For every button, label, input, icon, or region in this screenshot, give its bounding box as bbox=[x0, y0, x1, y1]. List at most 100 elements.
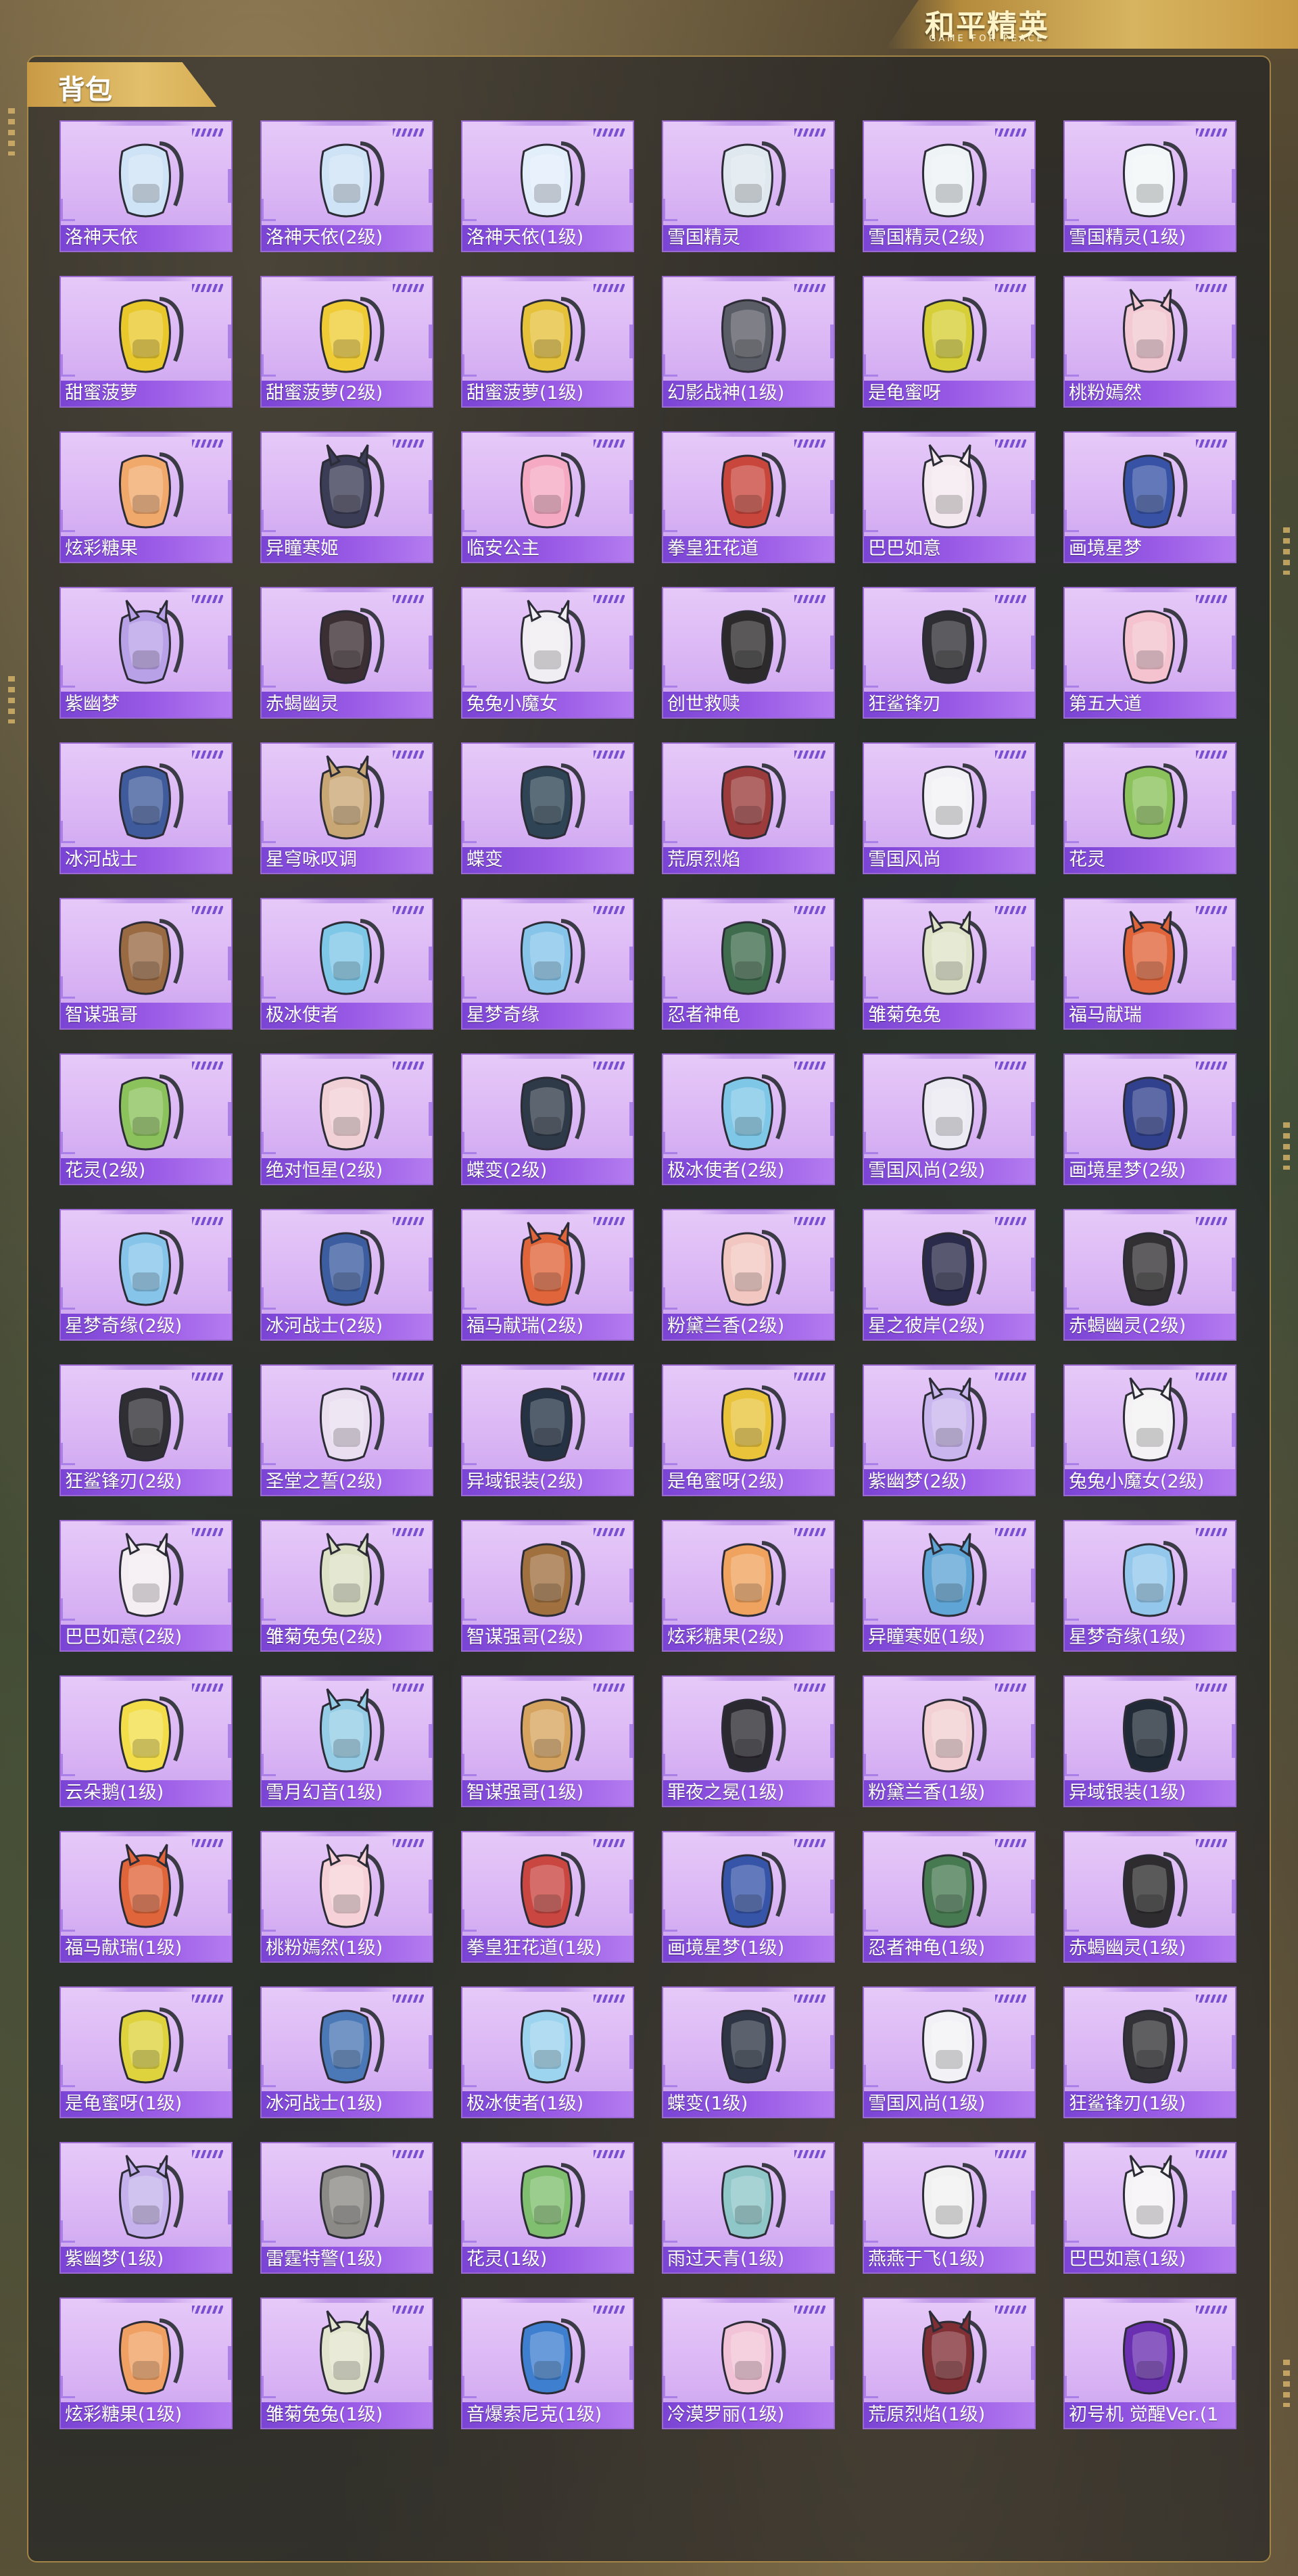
backpack-item-card[interactable]: 是龟蜜呀(2级) bbox=[662, 1364, 835, 1496]
backpack-item-card[interactable]: 赤蝎幽灵 bbox=[260, 587, 433, 719]
backpack-item-card[interactable]: 极冰使者(2级) bbox=[662, 1053, 835, 1185]
item-name: 雏菊兔兔(2级) bbox=[262, 1625, 432, 1650]
backpack-item-card[interactable]: 蝶变 bbox=[461, 742, 634, 874]
backpack-item-card[interactable]: 花灵(1级) bbox=[461, 2142, 634, 2274]
backpack-item-card[interactable]: 雪国精灵(2级) bbox=[863, 120, 1036, 252]
backpack-item-card[interactable]: 第五大道 bbox=[1063, 587, 1236, 719]
backpack-item-card[interactable]: 雪国风尚(2级) bbox=[863, 1053, 1036, 1185]
backpack-item-card[interactable]: 冰河战士(2级) bbox=[260, 1209, 433, 1341]
backpack-item-card[interactable]: 星之彼岸(2级) bbox=[863, 1209, 1036, 1341]
backpack-item-card[interactable]: 星梦奇缘 bbox=[461, 898, 634, 1030]
backpack-item-card[interactable]: 极冰使者(1级) bbox=[461, 1986, 634, 2118]
backpack-item-card[interactable]: 异域银装(2级) bbox=[461, 1364, 634, 1496]
backpack-item-card[interactable]: 异瞳寒姬 bbox=[260, 431, 433, 563]
backpack-item-card[interactable]: 狂鲨锋刃(2级) bbox=[59, 1364, 233, 1496]
backpack-item-card[interactable]: 花灵(2级) bbox=[59, 1053, 233, 1185]
backpack-item-card[interactable]: 冰河战士 bbox=[59, 742, 233, 874]
backpack-item-card[interactable]: 桃粉嫣然(1级) bbox=[260, 1831, 433, 1963]
backpack-item-card[interactable]: 紫幽梦(2级) bbox=[863, 1364, 1036, 1496]
backpack-item-card[interactable]: 赤蝎幽灵(2级) bbox=[1063, 1209, 1236, 1341]
backpack-item-card[interactable]: 甜蜜菠萝 bbox=[59, 276, 233, 408]
backpack-item-card[interactable]: 智谋强哥(1级) bbox=[461, 1675, 634, 1807]
backpack-item-card[interactable]: 画境星梦 bbox=[1063, 431, 1236, 563]
backpack-item-card[interactable]: 异瞳寒姬(1级) bbox=[863, 1520, 1036, 1652]
backpack-item-card[interactable]: 罪夜之冕(1级) bbox=[662, 1675, 835, 1807]
backpack-item-card[interactable]: 洛神天依(1级) bbox=[461, 120, 634, 252]
backpack-item-card[interactable]: 创世救赎 bbox=[662, 587, 835, 719]
backpack-item-card[interactable]: 画境星梦(1级) bbox=[662, 1831, 835, 1963]
backpack-item-card[interactable]: 星穹咏叹调 bbox=[260, 742, 433, 874]
backpack-item-card[interactable]: 洛神天依 bbox=[59, 120, 233, 252]
backpack-item-card[interactable]: 绝对恒星(2级) bbox=[260, 1053, 433, 1185]
backpack-item-card[interactable]: 幻影战神(1级) bbox=[662, 276, 835, 408]
backpack-item-card[interactable]: 巴巴如意(1级) bbox=[1063, 2142, 1236, 2274]
backpack-item-card[interactable]: 音爆索尼克(1级) bbox=[461, 2297, 634, 2429]
backpack-item-card[interactable]: 冷漠罗丽(1级) bbox=[662, 2297, 835, 2429]
backpack-item-card[interactable]: 福马献瑞 bbox=[1063, 898, 1236, 1030]
backpack-item-card[interactable]: 狂鲨锋刃 bbox=[863, 587, 1036, 719]
backpack-item-card[interactable]: 炫彩糖果(2级) bbox=[662, 1520, 835, 1652]
backpack-item-card[interactable]: 是龟蜜呀(1级) bbox=[59, 1986, 233, 2118]
backpack-item-card[interactable]: 荒原烈焰(1级) bbox=[863, 2297, 1036, 2429]
backpack-item-card[interactable]: 星梦奇缘(1级) bbox=[1063, 1520, 1236, 1652]
backpack-item-card[interactable]: 巴巴如意(2级) bbox=[59, 1520, 233, 1652]
backpack-item-card[interactable]: 巴巴如意 bbox=[863, 431, 1036, 563]
backpack-item-card[interactable]: 雷霆特警(1级) bbox=[260, 2142, 433, 2274]
backpack-item-card[interactable]: 紫幽梦 bbox=[59, 587, 233, 719]
backpack-item-card[interactable]: 赤蝎幽灵(1级) bbox=[1063, 1831, 1236, 1963]
backpack-item-card[interactable]: 桃粉嫣然 bbox=[1063, 276, 1236, 408]
backpack-item-card[interactable]: 初号机 觉醒Ver.(1 bbox=[1063, 2297, 1236, 2429]
backpack-item-card[interactable]: 星梦奇缘(2级) bbox=[59, 1209, 233, 1341]
backpack-item-card[interactable]: 甜蜜菠萝(2级) bbox=[260, 276, 433, 408]
backpack-item-card[interactable]: 雪国风尚(1级) bbox=[863, 1986, 1036, 2118]
spider-backpack-icon bbox=[721, 1696, 786, 1773]
backpack-item-card[interactable]: 福马献瑞(1级) bbox=[59, 1831, 233, 1963]
backpack-item-card[interactable]: 雏菊兔兔(2级) bbox=[260, 1520, 433, 1652]
backpack-item-card[interactable]: 拳皇狂花道 bbox=[662, 431, 835, 563]
backpack-item-card[interactable]: 雪国精灵(1级) bbox=[1063, 120, 1236, 252]
backpack-item-card[interactable]: 是龟蜜呀 bbox=[863, 276, 1036, 408]
backpack-item-card[interactable]: 智谋强哥 bbox=[59, 898, 233, 1030]
bunny-backpack-icon bbox=[319, 2310, 385, 2395]
pendant-backpack-icon bbox=[721, 2163, 786, 2239]
backpack-item-card[interactable]: 蝶变(2级) bbox=[461, 1053, 634, 1185]
backpack-item-card[interactable]: 雪国风尚 bbox=[863, 742, 1036, 874]
backpack-item-card[interactable]: 冰河战士(1级) bbox=[260, 1986, 433, 2118]
backpack-item-card[interactable]: 花灵 bbox=[1063, 742, 1236, 874]
card-corner-decoration bbox=[1065, 1287, 1079, 1310]
backpack-item-card[interactable]: 临安公主 bbox=[461, 431, 634, 563]
backpack-item-card[interactable]: 洛神天依(2级) bbox=[260, 120, 433, 252]
backpack-item-card[interactable]: 异域银装(1级) bbox=[1063, 1675, 1236, 1807]
backpack-item-card[interactable]: 拳皇狂花道(1级) bbox=[461, 1831, 634, 1963]
backpack-item-card[interactable]: 蝶变(1级) bbox=[662, 1986, 835, 2118]
card-edge-decoration bbox=[228, 2035, 231, 2069]
backpack-item-card[interactable]: 雨过天青(1级) bbox=[662, 2142, 835, 2274]
backpack-item-card[interactable]: 兔兔小魔女 bbox=[461, 587, 634, 719]
backpack-item-card[interactable]: 粉黛兰香(1级) bbox=[863, 1675, 1036, 1807]
item-name: 炫彩糖果(1级) bbox=[61, 2402, 231, 2428]
backpack-item-card[interactable]: 紫幽梦(1级) bbox=[59, 2142, 233, 2274]
swan-backpack-icon bbox=[520, 919, 585, 995]
backpack-item-card[interactable]: 甜蜜菠萝(1级) bbox=[461, 276, 634, 408]
backpack-item-card[interactable]: 燕燕于飞(1级) bbox=[863, 2142, 1036, 2274]
backpack-item-card[interactable]: 雏菊兔兔(1级) bbox=[260, 2297, 433, 2429]
backpack-item-card[interactable]: 雪国精灵 bbox=[662, 120, 835, 252]
backpack-item-card[interactable]: 忍者神龟 bbox=[662, 898, 835, 1030]
backpack-item-card[interactable]: 画境星梦(2级) bbox=[1063, 1053, 1236, 1185]
card-corner-decoration bbox=[1065, 1443, 1079, 1465]
backpack-item-card[interactable]: 狂鲨锋刃(1级) bbox=[1063, 1986, 1236, 2118]
backpack-item-card[interactable]: 极冰使者 bbox=[260, 898, 433, 1030]
backpack-item-card[interactable]: 荒原烈焰 bbox=[662, 742, 835, 874]
backpack-item-card[interactable]: 雪月幻音(1级) bbox=[260, 1675, 433, 1807]
card-edge-decoration bbox=[429, 1102, 432, 1136]
backpack-item-card[interactable]: 圣堂之誓(2级) bbox=[260, 1364, 433, 1496]
backpack-item-card[interactable]: 智谋强哥(2级) bbox=[461, 1520, 634, 1652]
backpack-item-card[interactable]: 忍者神龟(1级) bbox=[863, 1831, 1036, 1963]
backpack-item-card[interactable]: 云朵鹅(1级) bbox=[59, 1675, 233, 1807]
backpack-item-card[interactable]: 雏菊兔兔 bbox=[863, 898, 1036, 1030]
backpack-item-card[interactable]: 炫彩糖果 bbox=[59, 431, 233, 563]
backpack-item-card[interactable]: 粉黛兰香(2级) bbox=[662, 1209, 835, 1341]
backpack-item-card[interactable]: 福马献瑞(2级) bbox=[461, 1209, 634, 1341]
backpack-item-card[interactable]: 炫彩糖果(1级) bbox=[59, 2297, 233, 2429]
backpack-item-card[interactable]: 兔兔小魔女(2级) bbox=[1063, 1364, 1236, 1496]
